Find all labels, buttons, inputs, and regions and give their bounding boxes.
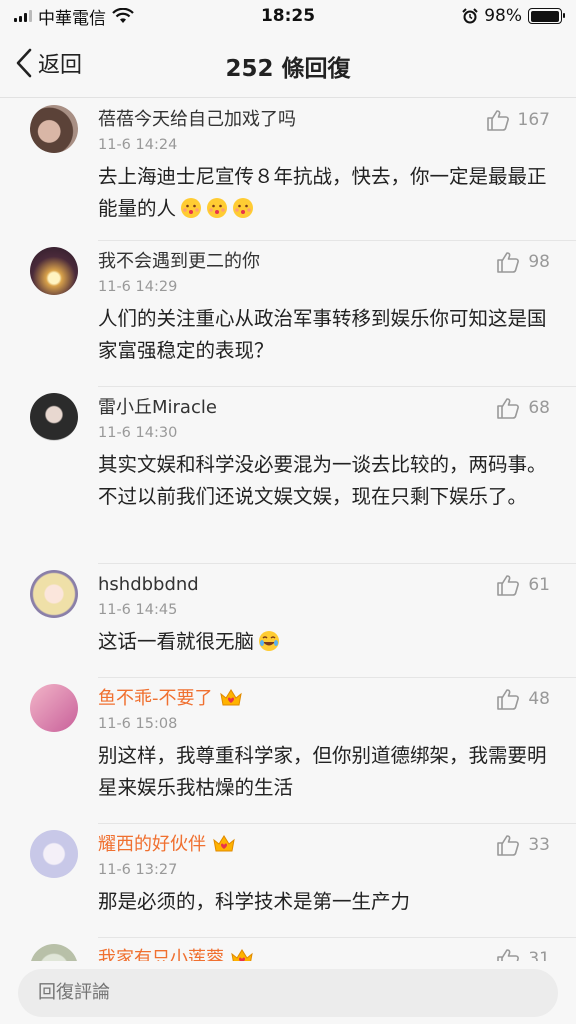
like-count: 33 bbox=[528, 835, 550, 855]
nav-bar: 返回 252 條回復 bbox=[0, 32, 576, 98]
like-button[interactable]: 61 bbox=[496, 574, 550, 596]
comment-text: 人们的关注重心从政治军事转移到娱乐你可知这是国家富强稳定的表现？ bbox=[98, 303, 550, 379]
like-button[interactable]: 167 bbox=[486, 109, 550, 131]
thumbs-up-icon bbox=[497, 252, 520, 273]
like-count: 98 bbox=[528, 252, 550, 272]
avatar[interactable] bbox=[30, 944, 78, 961]
page-title: 252 條回復 bbox=[225, 56, 351, 82]
avatar[interactable] bbox=[30, 247, 78, 295]
like-button[interactable]: 33 bbox=[496, 834, 550, 856]
bottom-bar bbox=[0, 961, 576, 1024]
kissing-emoji-icon bbox=[207, 198, 228, 218]
status-right: 98% bbox=[462, 6, 565, 26]
comment-time: 11-6 14:45 bbox=[98, 602, 178, 618]
like-button[interactable]: 48 bbox=[496, 688, 550, 710]
like-count: 48 bbox=[528, 689, 550, 709]
kissing-emoji-icon bbox=[233, 198, 254, 218]
thumbs-up-icon bbox=[497, 398, 520, 419]
battery-fill bbox=[530, 10, 559, 22]
signal-icon bbox=[14, 10, 32, 22]
thumbs-up-icon bbox=[497, 949, 520, 961]
comment-item[interactable]: 蓓蓓今天给自己加戏了吗 11-6 14:24 去上海迪士尼宣传８年抗战，快去，你… bbox=[0, 99, 576, 241]
crying-laughing-emoji-icon bbox=[259, 631, 280, 651]
battery-icon bbox=[528, 8, 565, 24]
comment-username-text: 鱼不乖-不要了 bbox=[98, 688, 213, 709]
thumbs-up-icon bbox=[497, 835, 520, 856]
comment-time: 11-6 14:29 bbox=[98, 279, 178, 295]
avatar[interactable] bbox=[30, 830, 78, 878]
comment-text: 那是必须的，科学技术是第一生产力 bbox=[98, 886, 550, 930]
comment-text-body: 这话一看就很无脑 bbox=[98, 630, 255, 653]
kissing-emoji-icon bbox=[181, 198, 202, 218]
comment-text-body: 去上海迪士尼宣传８年抗战，快去，你一定是最最正能量的人 bbox=[98, 165, 547, 220]
carrier-label: 中華電信 bbox=[38, 8, 106, 29]
chevron-left-icon bbox=[16, 48, 32, 78]
avatar[interactable] bbox=[30, 105, 78, 153]
crown-icon bbox=[213, 835, 235, 852]
comment-username-text: 耀西的好伙伴 bbox=[98, 834, 206, 855]
comment-text-body: 那是必须的，科学技术是第一生产力 bbox=[98, 890, 411, 913]
avatar[interactable] bbox=[30, 684, 78, 732]
comment-text: 别这样，我尊重科学家，但你别道德绑架，我需要明星来娱乐我枯燥的生活 bbox=[98, 740, 550, 816]
comment-text: 其实文娱和科学没必要混为一谈去比较的，两码事。不过以前我们还说文娱文娱，现在只剩… bbox=[98, 449, 550, 525]
comment-item[interactable]: 鱼不乖-不要了 11-6 15:08 别这样，我尊重科学家，但你别道德绑架，我需… bbox=[0, 678, 576, 824]
battery-percent: 98% bbox=[484, 6, 522, 26]
comment-username[interactable]: 蓓蓓今天给自己加戏了吗 bbox=[98, 107, 550, 133]
comment-item[interactable]: 我不会遇到更二的你 11-6 14:29 人们的关注重心从政治军事转移到娱乐你可… bbox=[0, 241, 576, 387]
comment-time: 11-6 13:27 bbox=[98, 862, 178, 878]
like-count: 31 bbox=[528, 949, 550, 961]
comment-text-body: 其实文娱和科学没必要混为一谈去比较的，两码事。不过以前我们还说文娱文娱，现在只剩… bbox=[98, 453, 547, 508]
thumbs-up-icon bbox=[486, 110, 509, 131]
crown-icon bbox=[231, 949, 253, 961]
comment-item[interactable]: hshdbbdnd 11-6 14:45 这话一看就很无脑 61 bbox=[0, 564, 576, 678]
alarm-icon bbox=[462, 8, 478, 24]
comment-text-body: 人们的关注重心从政治军事转移到娱乐你可知这是国家富强稳定的表现？ bbox=[98, 307, 547, 362]
comment-time: 11-6 14:30 bbox=[98, 425, 178, 441]
comment-list[interactable]: 蓓蓓今天给自己加戏了吗 11-6 14:24 去上海迪士尼宣传８年抗战，快去，你… bbox=[0, 99, 576, 961]
like-button[interactable]: 98 bbox=[496, 251, 550, 273]
status-bar: 中華電信 18:25 98% bbox=[0, 0, 576, 32]
thumbs-up-icon bbox=[497, 689, 520, 710]
like-count: 167 bbox=[517, 110, 550, 130]
reply-input[interactable] bbox=[18, 969, 558, 1017]
comment-text: 这话一看就很无脑 bbox=[98, 626, 550, 670]
comment-username[interactable]: 我家有只小莲蓉 bbox=[98, 946, 550, 961]
crown-icon bbox=[219, 689, 242, 706]
comment-username[interactable]: 鱼不乖-不要了 bbox=[98, 686, 550, 712]
like-button[interactable]: 31 bbox=[496, 948, 550, 961]
comment-item[interactable]: 耀西的好伙伴 11-6 13:27 那是必须的，科学技术是第一生产力 33 bbox=[0, 824, 576, 938]
comment-username[interactable]: 雷小丘Miracle bbox=[98, 395, 550, 421]
comment-username[interactable]: 耀西的好伙伴 bbox=[98, 832, 550, 858]
comment-username-text: 我家有只小莲蓉 bbox=[98, 948, 224, 961]
like-count: 68 bbox=[528, 398, 550, 418]
comment-text-body: 别这样，我尊重科学家，但你别道德绑架，我需要明星来娱乐我枯燥的生活 bbox=[98, 744, 547, 799]
avatar[interactable] bbox=[30, 393, 78, 441]
emoji-group bbox=[176, 197, 254, 220]
back-label: 返回 bbox=[38, 53, 83, 78]
status-left: 中華電信 bbox=[14, 4, 134, 29]
like-count: 61 bbox=[528, 575, 550, 595]
wifi-icon bbox=[112, 8, 134, 23]
comment-time: 11-6 15:08 bbox=[98, 716, 178, 732]
comment-username[interactable]: 我不会遇到更二的你 bbox=[98, 249, 550, 275]
comment-time: 11-6 14:24 bbox=[98, 137, 178, 153]
comment-item[interactable]: 我家有只小莲蓉 31 bbox=[0, 938, 576, 961]
comment-text: 去上海迪士尼宣传８年抗战，快去，你一定是最最正能量的人 bbox=[98, 161, 550, 237]
thumbs-up-icon bbox=[497, 575, 520, 596]
avatar[interactable] bbox=[30, 570, 78, 618]
back-button[interactable]: 返回 bbox=[14, 47, 82, 79]
comment-item[interactable]: 雷小丘Miracle 11-6 14:30 其实文娱和科学没必要混为一谈去比较的… bbox=[0, 387, 576, 564]
comment-username[interactable]: hshdbbdnd bbox=[98, 572, 550, 598]
like-button[interactable]: 68 bbox=[496, 397, 550, 419]
